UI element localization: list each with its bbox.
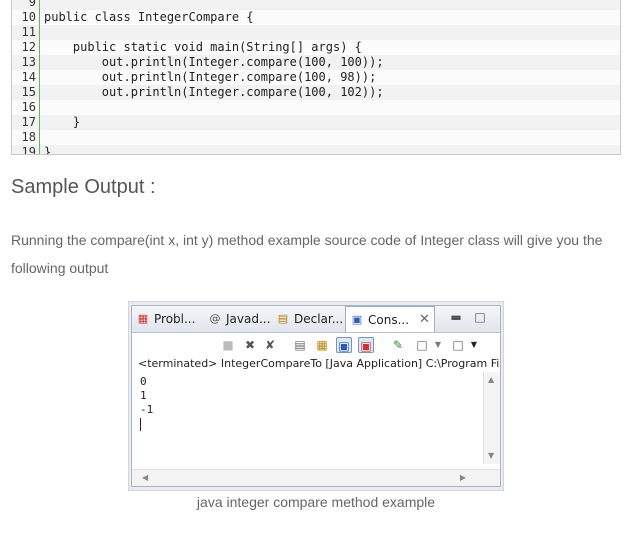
- tab-label: Javad...: [226, 311, 271, 326]
- pin-console-icon[interactable]: ✎: [390, 337, 406, 353]
- show-on-output-icon[interactable]: ▣: [336, 337, 352, 353]
- open-console-icon[interactable]: □: [450, 337, 466, 353]
- line-number: 15: [21, 85, 36, 99]
- text-caret: [140, 418, 141, 431]
- tab-console[interactable]: ▣ Cons... ✕: [345, 306, 435, 332]
- console-output-line: 0: [140, 375, 147, 388]
- maximize-icon[interactable]: □: [473, 310, 487, 324]
- line-number: 9: [28, 0, 36, 9]
- line-number: 10: [21, 10, 36, 24]
- line-number: 11: [21, 25, 36, 39]
- line-number: 19: [21, 145, 36, 155]
- console-icon: ▣: [351, 312, 363, 326]
- scroll-up-icon[interactable]: ▲: [488, 375, 494, 385]
- tab-javadoc[interactable]: @ Javad...: [208, 306, 271, 331]
- terminated-status: <terminated> IntegerCompareTo [Java Appl…: [138, 357, 501, 370]
- display-console-icon[interactable]: □: [414, 337, 430, 353]
- code-text: out.println(Integer.compare(100, 102));: [44, 85, 384, 99]
- code-line: 13 out.println(Integer.compare(100, 100)…: [12, 55, 620, 70]
- problems-icon: ▦: [137, 311, 149, 325]
- eclipse-console-view: ▦ Probl... @ Javad... ▤ Declar... ▣ Cons…: [131, 305, 501, 487]
- tab-label: Declar...: [294, 311, 344, 326]
- line-number: 12: [21, 40, 36, 54]
- line-number: 18: [21, 130, 36, 144]
- console-output-line: -1: [140, 403, 154, 416]
- code-text: out.println(Integer.compare(100, 98));: [44, 70, 377, 84]
- code-line: 15 out.println(Integer.compare(100, 102)…: [12, 85, 620, 100]
- minimize-icon[interactable]: ▬: [449, 310, 463, 324]
- console-output-line: 1: [140, 389, 147, 402]
- line-number: 17: [21, 115, 36, 129]
- code-block: 9 10 public class IntegerCompare { 11 12…: [11, 0, 621, 155]
- view-tab-bar: ▦ Probl... @ Javad... ▤ Declar... ▣ Cons…: [132, 306, 500, 333]
- declaration-icon: ▤: [277, 311, 289, 325]
- scroll-left-icon[interactable]: ◀: [142, 473, 148, 483]
- code-text: public static void main(String[] args) {: [44, 40, 362, 54]
- console-output-area[interactable]: 0 1 -1: [132, 372, 486, 464]
- line-number: 14: [21, 70, 36, 84]
- scroll-down-icon[interactable]: ▼: [488, 451, 494, 461]
- scroll-lock-icon[interactable]: ▦: [314, 337, 330, 353]
- code-line: 14 out.println(Integer.compare(100, 98))…: [12, 70, 620, 85]
- image-caption: java integer compare method example: [196, 494, 436, 510]
- line-number: 16: [21, 100, 36, 114]
- chevron-down-icon[interactable]: ▼: [466, 337, 482, 353]
- chevron-down-icon[interactable]: ▼: [430, 337, 446, 353]
- code-text: out.println(Integer.compare(100, 100));: [44, 55, 384, 69]
- scroll-right-icon[interactable]: ▶: [460, 473, 466, 483]
- javadoc-icon: @: [209, 311, 221, 325]
- code-line: 12 public static void main(String[] args…: [12, 40, 620, 55]
- show-on-error-icon[interactable]: ▣: [358, 337, 374, 353]
- code-line: 17 }: [12, 115, 620, 130]
- terminate-icon[interactable]: ■: [220, 337, 236, 353]
- line-number: 13: [21, 55, 36, 69]
- tab-label: Cons...: [368, 312, 410, 327]
- clear-console-icon[interactable]: ▤: [292, 337, 308, 353]
- code-line: 11: [12, 25, 620, 40]
- tab-declaration[interactable]: ▤ Declar...: [276, 306, 343, 331]
- close-icon[interactable]: ✕: [419, 312, 430, 327]
- remove-all-terminated-icon[interactable]: ✘: [262, 337, 278, 353]
- section-heading: Sample Output :: [11, 176, 156, 198]
- code-line: 10 public class IntegerCompare {: [12, 10, 620, 25]
- code-line: 16: [12, 100, 620, 115]
- code-line: 9: [12, 0, 620, 10]
- description-paragraph: Running the compare(int x, int y) method…: [11, 232, 603, 276]
- code-line: 18: [12, 130, 620, 145]
- gutter-separator: [39, 0, 40, 154]
- tab-label: Probl...: [154, 311, 196, 326]
- vertical-scrollbar[interactable]: ▲ ▼: [483, 372, 500, 464]
- code-text: public class IntegerCompare {: [44, 10, 254, 24]
- code-line: 19 }: [12, 145, 620, 155]
- horizontal-scrollbar[interactable]: ◀ ▶: [132, 469, 500, 486]
- remove-launch-icon[interactable]: ✖: [242, 337, 258, 353]
- code-text: }: [44, 145, 52, 155]
- console-toolbar: ■ ✖ ✘ ▤ ▦ ▣ ▣ ✎ □ ▼ □ ▼: [132, 333, 500, 357]
- tab-problems[interactable]: ▦ Probl...: [136, 306, 196, 331]
- code-text: }: [44, 115, 81, 129]
